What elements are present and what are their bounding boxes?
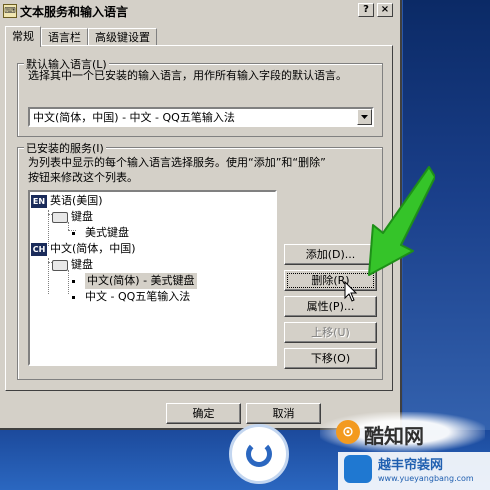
move-down-button[interactable]: 下移(O)	[284, 348, 377, 369]
text-services-dialog: ⌨ 文本服务和输入语言 ? × 常规 语言栏 高级键设置 默认输入语言(L) 选…	[0, 0, 402, 430]
window-title: 文本服务和输入语言	[20, 4, 129, 19]
keyboard-icon	[52, 211, 68, 223]
default-language-select[interactable]: 中文(简体，中国) - 中文 - QQ五笔输入法	[28, 107, 374, 127]
tree-item-label: 键盘	[71, 258, 93, 271]
mouse-pointer-icon	[344, 281, 358, 302]
tab-advanced-key-settings[interactable]: 高级键设置	[88, 28, 157, 46]
tab-strip: 常规 语言栏 高级键设置	[5, 26, 157, 47]
ok-button[interactable]: 确定	[166, 403, 241, 424]
properties-button[interactable]: 属性(P)...	[284, 296, 377, 317]
chevron-down-icon[interactable]	[357, 109, 372, 125]
bullet-icon	[72, 295, 75, 299]
watermark-site-name: 酷知网	[364, 424, 424, 448]
close-button[interactable]: ×	[377, 3, 393, 17]
installed-services-tree[interactable]: EN 英语(美国) 键盘 美式键盘 CH 中文(简体，中国) 键盘 中文(简体)…	[28, 190, 277, 366]
watermark-swirl-icon	[246, 441, 272, 467]
tree-item-category-keyboard-ch[interactable]: 键盘	[52, 257, 93, 273]
bullet-icon	[72, 231, 75, 235]
green-arrow-annotation	[368, 166, 435, 276]
watermark-brand-icon	[344, 455, 372, 483]
tree-item-service-us-keyboard[interactable]: 美式键盘	[72, 225, 129, 241]
tree-item-label: 键盘	[71, 210, 93, 223]
help-button[interactable]: ?	[358, 3, 374, 17]
keyboard-icon	[52, 259, 68, 271]
bullet-icon	[72, 279, 75, 283]
watermark-url: www.yueyangbang.com	[378, 474, 474, 483]
title-bar: ⌨ 文本服务和输入语言 ? ×	[0, 0, 400, 22]
installed-services-group-label: 已安装的服务(I)	[24, 140, 106, 156]
installed-services-description-line2: 按钮来修改这个列表。	[28, 171, 138, 184]
cancel-button[interactable]: 取消	[246, 403, 321, 424]
tab-general[interactable]: 常规	[5, 26, 41, 47]
tree-item-label: 美式键盘	[85, 226, 129, 239]
tree-item-label: 中文 - QQ五笔输入法	[85, 290, 191, 303]
language-badge: EN	[31, 194, 47, 208]
tree-item-label: 中文(简体，中国)	[50, 242, 136, 255]
keyboard-app-icon: ⌨	[3, 4, 17, 18]
language-badge: CH	[31, 242, 47, 256]
tree-item-language-en[interactable]: EN 英语(美国)	[31, 193, 103, 209]
default-language-description: 选择其中一个已安装的输入语言，用作所有输入字段的默认语言。	[28, 69, 347, 82]
watermark-brand-name: 越丰帘装网	[378, 458, 444, 473]
move-up-button[interactable]: 上移(U)	[284, 322, 377, 343]
watermark-circle-logo	[229, 424, 289, 484]
tree-item-service-qq-wubi[interactable]: 中文 - QQ五笔输入法	[72, 289, 190, 305]
tab-language-bar[interactable]: 语言栏	[41, 28, 88, 46]
tree-item-category-keyboard-en[interactable]: 键盘	[52, 209, 93, 225]
tree-item-language-ch[interactable]: CH 中文(简体，中国)	[31, 241, 136, 257]
tree-item-service-chinese-us-keyboard[interactable]: 中文(简体) - 美式键盘	[72, 273, 197, 289]
default-language-selected-value: 中文(简体，中国) - 中文 - QQ五笔输入法	[33, 111, 235, 124]
watermark-logo-icon: ⊙	[336, 420, 360, 444]
tree-item-label: 中文(简体) - 美式键盘	[85, 273, 197, 289]
tree-item-label: 英语(美国)	[50, 194, 103, 207]
installed-services-description-line1: 为列表中显示的每个输入语言选择服务。使用“添加”和“删除”	[28, 156, 326, 169]
